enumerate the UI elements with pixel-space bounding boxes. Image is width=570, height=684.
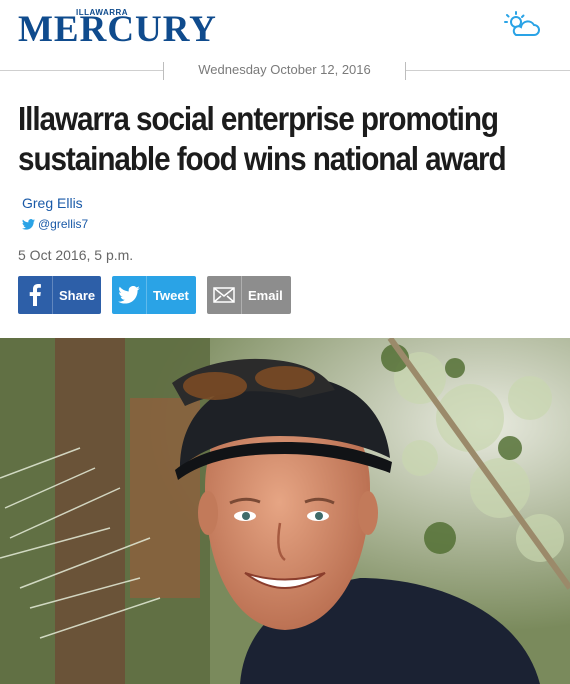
twitter-tweet-button[interactable]: Tweet — [112, 276, 196, 314]
email-share-button[interactable]: Email — [207, 276, 291, 314]
partly-sunny-icon[interactable] — [502, 10, 542, 40]
article-hero-photo[interactable] — [0, 338, 570, 684]
publish-timestamp: 5 Oct 2016, 5 p.m. — [18, 247, 134, 263]
headline-line-2: sustainable food wins national award — [18, 140, 507, 177]
masthead: ILLAWARRA MERCURY — [0, 0, 570, 60]
email-label: Email — [248, 287, 283, 303]
facebook-share-label: Share — [59, 287, 96, 303]
tweet-label: Tweet — [153, 287, 189, 303]
dateline-rule-right — [406, 70, 570, 71]
facebook-icon — [18, 276, 53, 314]
dateline-divider-right — [405, 62, 406, 80]
facebook-share-button[interactable]: Share — [18, 276, 101, 314]
current-date: Wednesday October 12, 2016 — [198, 62, 371, 77]
headline-line-1: Illawarra social enterprise promoting — [18, 100, 499, 137]
logo-title-text: MERCURY — [18, 9, 217, 50]
twitter-handle-text: @grellis7 — [38, 217, 89, 231]
photo-illustration — [0, 338, 570, 684]
twitter-bird-icon — [22, 218, 35, 230]
author-twitter[interactable]: @grellis7 — [22, 217, 88, 231]
dateline-bar: Wednesday October 12, 2016 — [0, 62, 570, 80]
dateline-rule-left — [0, 70, 163, 71]
author-name[interactable]: Greg Ellis — [22, 195, 83, 211]
article-headline: Illawarra social enterprise promoting su… — [18, 99, 507, 179]
twitter-icon — [112, 276, 147, 314]
envelope-icon — [207, 276, 242, 314]
